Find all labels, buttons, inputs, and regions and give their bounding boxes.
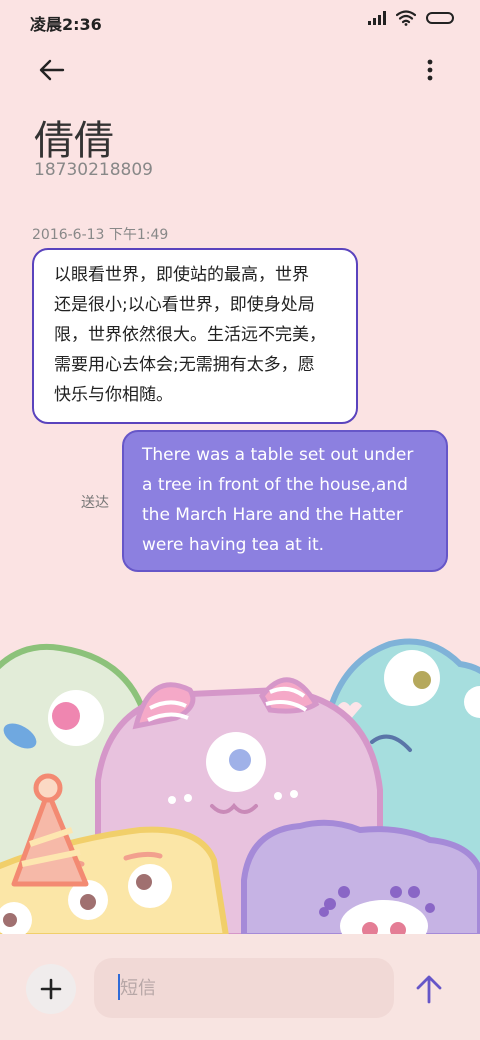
- wifi-icon: [396, 10, 416, 26]
- status-bar: 凌晨2:36: [0, 0, 480, 42]
- arrow-left-icon: [39, 59, 65, 81]
- message-line: There was a table set out under: [142, 445, 414, 465]
- message-line: 需要用心去体会;无需拥有太多，愿: [54, 355, 315, 375]
- arrow-up-icon: [416, 975, 442, 1004]
- message-line: the March Hare and the Hatter: [142, 505, 403, 525]
- message-line: 快乐与你相随。: [54, 385, 173, 405]
- add-attachment-button[interactable]: [26, 964, 76, 1014]
- text-cursor: [118, 974, 120, 1000]
- back-button[interactable]: [30, 48, 74, 92]
- more-vertical-icon: [427, 59, 433, 81]
- message-line: 还是很小;以心看世界，即使身处局: [54, 295, 315, 315]
- message-input-container: [94, 958, 394, 1018]
- contact-name: 倩倩: [34, 118, 114, 164]
- message-timestamp: 2016-6-13 下午1:49: [32, 227, 169, 243]
- send-button[interactable]: [408, 964, 450, 1014]
- delivery-status: 送达: [81, 495, 109, 511]
- contact-number: 18730218809: [34, 160, 153, 180]
- status-time: 凌晨2:36: [30, 15, 102, 34]
- monster-wallpaper-illustration: [0, 638, 480, 936]
- message-line: were having tea at it.: [142, 535, 325, 555]
- more-options-button[interactable]: [412, 48, 448, 92]
- message-line: a tree in front of the house,and: [142, 475, 408, 495]
- status-icons: [368, 10, 454, 26]
- message-line: 限，世界依然很大。生活远不完美，: [54, 325, 326, 345]
- plus-icon: [40, 978, 62, 1000]
- message-input[interactable]: [94, 958, 394, 1018]
- message-line: 以眼看世界，即使站的最高，世界: [54, 265, 309, 285]
- signal-icon: [368, 11, 386, 25]
- outgoing-message-bubble[interactable]: There was a table set out under a tree i…: [122, 430, 448, 572]
- top-app-bar: [0, 48, 480, 92]
- message-composer: [0, 934, 480, 1040]
- battery-icon: [426, 12, 454, 24]
- incoming-message-bubble[interactable]: 以眼看世界，即使站的最高，世界 还是很小;以心看世界，即使身处局 限，世界依然很…: [32, 248, 358, 424]
